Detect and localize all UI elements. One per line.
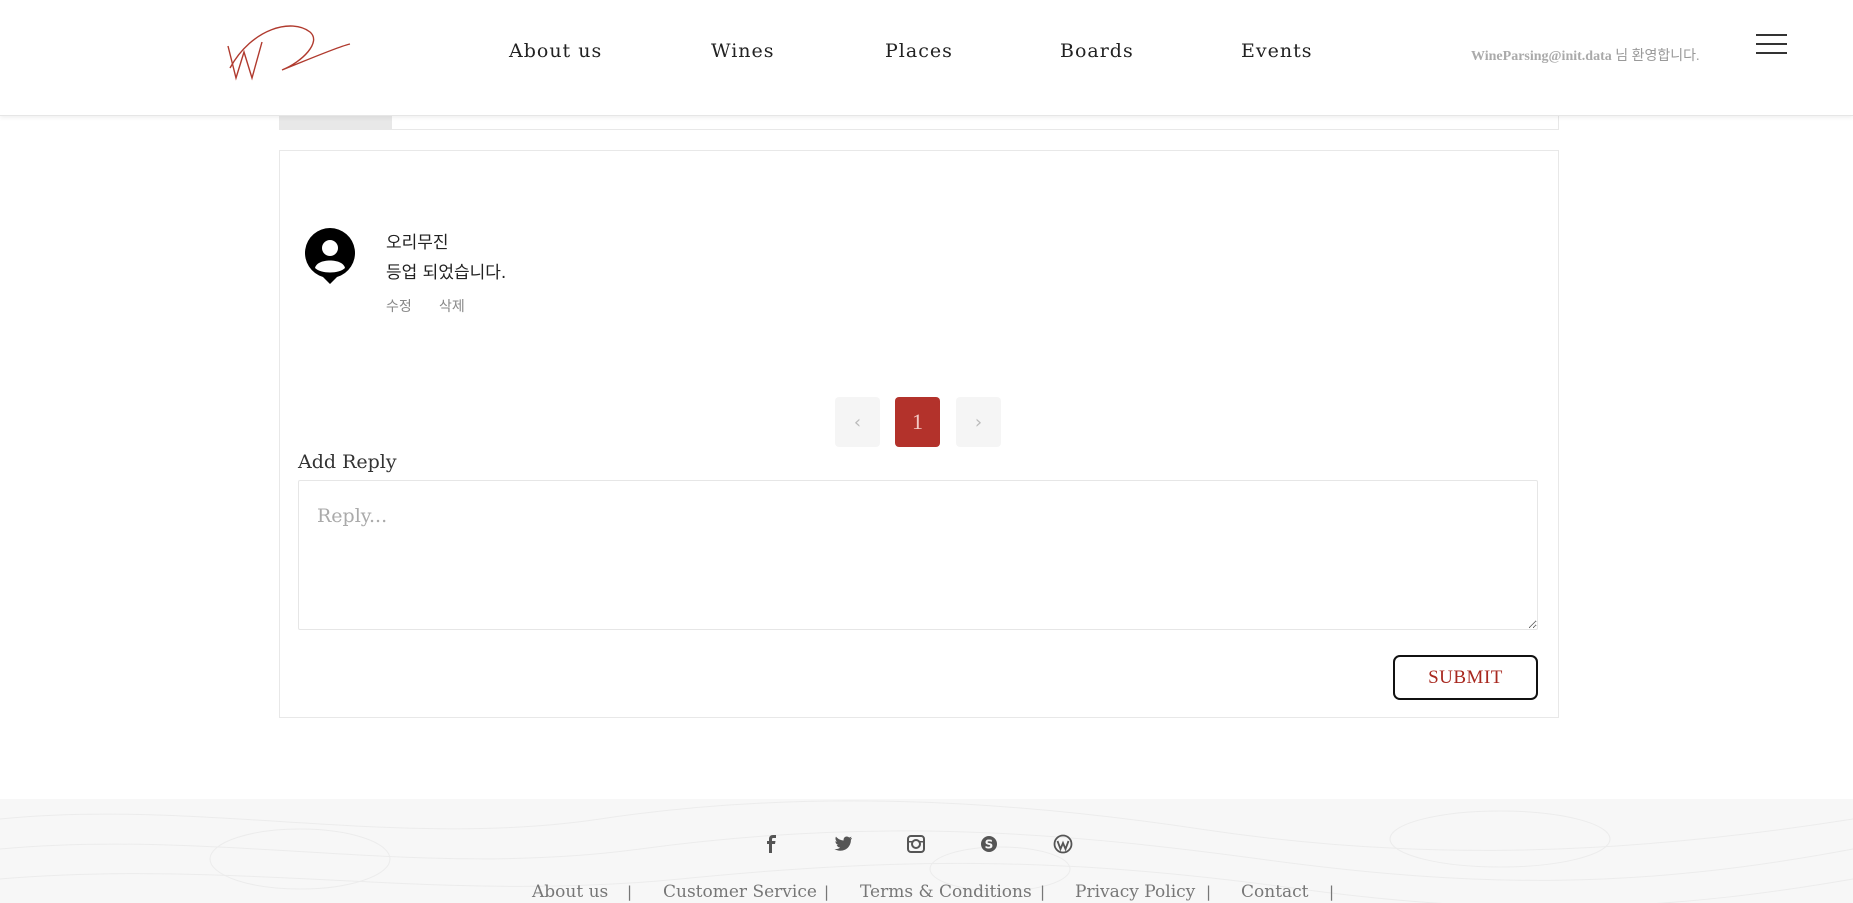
footer-link-contact[interactable]: Contact [1241, 882, 1309, 902]
comment-body: 등업 되었습니다. [386, 263, 507, 283]
footer-link-terms-conditions[interactable]: Terms & Conditions [860, 882, 1032, 902]
footer-link-privacy-policy[interactable]: Privacy Policy [1075, 882, 1195, 902]
nav-about-us[interactable]: About us [509, 40, 602, 62]
footer-separator: | [1206, 883, 1212, 901]
nav-boards[interactable]: Boards [1060, 40, 1134, 62]
instagram-icon[interactable] [905, 833, 927, 855]
footer-link-customer-service[interactable]: Customer Service [663, 882, 817, 902]
footer-link-about-us[interactable]: About us [532, 882, 608, 902]
skype-icon[interactable]: S [978, 833, 1000, 855]
site-footer: S About us | Customer Service | Terms & … [0, 799, 1853, 903]
welcome-user: WineParsing@init.data [1471, 49, 1612, 64]
add-reply-label: Add Reply [298, 451, 397, 473]
hamburger-menu-icon[interactable] [1756, 32, 1787, 56]
site-header: About us Wines Places Boards Events Wine… [0, 0, 1853, 116]
twitter-icon[interactable] [832, 833, 854, 855]
pagination-prev-button[interactable]: ‹ [835, 397, 880, 447]
footer-separator: | [1040, 883, 1046, 901]
wine-share-logo[interactable] [222, 18, 352, 90]
nav-events[interactable]: Events [1241, 40, 1312, 62]
submit-button[interactable]: SUBMIT [1393, 655, 1538, 700]
footer-separator: | [627, 883, 633, 901]
logo-swash-icon [227, 25, 351, 81]
welcome-suffix: 님 환영합니다. [1611, 49, 1700, 64]
footer-separator: | [824, 883, 830, 901]
footer-separator: | [1329, 883, 1335, 901]
comment-edit-link[interactable]: 수정 [386, 296, 412, 316]
wordpress-icon[interactable] [1052, 833, 1074, 855]
reply-textarea[interactable] [298, 480, 1538, 630]
pagination-page-1[interactable]: 1 [895, 397, 940, 447]
nav-places[interactable]: Places [885, 40, 953, 62]
svg-text:S: S [985, 838, 994, 852]
user-avatar-icon [303, 226, 357, 286]
comment-delete-link[interactable]: 삭제 [439, 296, 465, 316]
facebook-icon[interactable] [761, 833, 783, 855]
comment-author: 오리무진 [386, 233, 449, 253]
welcome-message: WineParsing@init.data 님 환영합니다. [1471, 45, 1700, 65]
nav-wines[interactable]: Wines [711, 40, 775, 62]
tab-active-indicator [279, 116, 392, 130]
pagination-next-button[interactable]: › [956, 397, 1001, 447]
tab-strip [279, 116, 1559, 130]
